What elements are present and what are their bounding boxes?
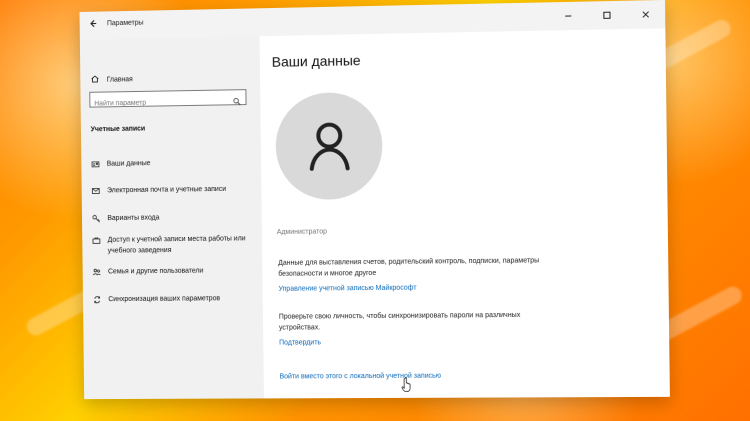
sidebar-item-email-accounts[interactable]: Электронная почта и учетные записи	[91, 184, 250, 197]
maximize-icon	[602, 10, 612, 20]
sync-icon	[93, 295, 102, 304]
window-title: Параметры	[106, 19, 144, 27]
minimize-button[interactable]	[549, 2, 588, 31]
sidebar-home-link[interactable]: Главная	[90, 73, 133, 86]
close-icon	[641, 9, 651, 19]
mail-icon	[91, 187, 100, 196]
page-title: Ваши данные	[271, 52, 361, 70]
sidebar-item-your-info[interactable]: Ваши данные	[91, 157, 250, 170]
briefcase-icon	[92, 236, 101, 245]
verify-description: Проверьте свою личность, чтобы синхрониз…	[278, 311, 521, 332]
verify-link[interactable]: Подтвердить	[279, 339, 321, 346]
account-avatar	[275, 91, 383, 201]
sidebar-item-label: Доступ к учетной записи места работы или…	[107, 235, 246, 255]
account-role: Администратор	[276, 228, 328, 237]
search-input[interactable]	[90, 94, 232, 112]
back-arrow-icon[interactable]	[87, 19, 97, 29]
sidebar-item-sync-settings[interactable]: Синхронизация ваших параметров	[93, 293, 252, 305]
sidebar-item-label: Синхронизация ваших параметров	[108, 295, 221, 304]
local-account-sign-in-link[interactable]: Войти вместо этого с локальной учетной з…	[280, 373, 442, 381]
settings-window: Параметры Главная Найти параметр Учетные…	[79, 0, 670, 400]
people-icon	[92, 268, 101, 277]
sidebar-item-sign-in-options[interactable]: Варианты входа	[92, 211, 251, 224]
microsoft-account-description: Данные для выставления счетов, родительс…	[278, 257, 540, 278]
sidebar-item-label: Семья и другие пользователи	[107, 267, 204, 276]
close-button[interactable]	[626, 0, 665, 29]
your-info-page: Ваши данные Администратор Данные для выс…	[259, 28, 670, 399]
settings-sidebar: Главная Учетные записи Ваши данные	[79, 36, 265, 400]
home-label: Главная	[106, 75, 133, 84]
user-card-icon	[91, 160, 100, 169]
manage-microsoft-account-link[interactable]: Управление учетной записью Майкрософт	[278, 285, 416, 293]
sidebar-item-work-access[interactable]: Доступ к учетной записи места работы или…	[92, 233, 251, 256]
home-icon	[90, 74, 100, 86]
sidebar-item-family[interactable]: Семья и другие пользователи	[92, 265, 251, 277]
key-icon	[92, 214, 101, 223]
maximize-button[interactable]	[587, 1, 626, 30]
window-title-area: Параметры	[87, 18, 144, 29]
search-field[interactable]	[89, 89, 247, 112]
sidebar-item-label: Электронная почта и учетные записи	[107, 185, 227, 195]
hand-cursor-icon	[401, 376, 413, 398]
user-avatar-icon	[310, 122, 350, 171]
minimize-icon	[563, 11, 573, 21]
window-controls	[549, 0, 666, 31]
sidebar-section-title: Учетные записи	[90, 125, 146, 134]
search-icon[interactable]	[233, 93, 242, 111]
sidebar-item-label: Ваши данные	[106, 160, 151, 168]
sidebar-item-label: Варианты входа	[107, 214, 160, 223]
